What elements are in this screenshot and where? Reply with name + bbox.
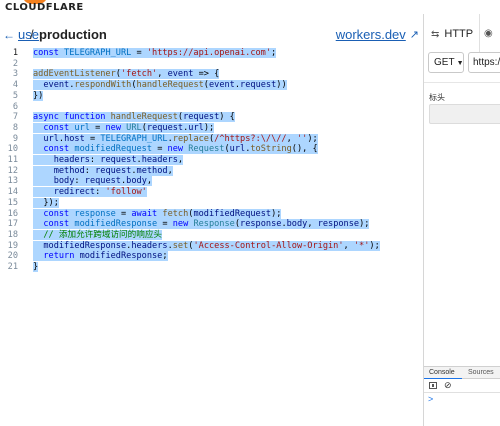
code-line: 1 const TELEGRAPH_URL = 'https://api.open…	[0, 48, 423, 59]
code-line: 13 body: request.body,	[0, 176, 423, 187]
code-line: 14 redirect: 'follow'	[0, 187, 423, 198]
http-method-select[interactable]: GET ▼	[428, 52, 464, 73]
line-code: addEventListener('fetch', event => {	[33, 69, 220, 80]
line-number: 11	[7, 155, 18, 165]
back-link-label: use	[18, 27, 39, 42]
line-number: 5	[12, 90, 18, 101]
line-code: const TELEGRAPH_URL = 'https://api.opena…	[33, 48, 277, 58]
logo-strip: CLOUDFLARE	[0, 0, 500, 14]
arrows-swap-icon: ⇆	[431, 28, 440, 40]
line-code: const response = await fetch(modifiedReq…	[33, 208, 282, 220]
line-number: 1	[12, 48, 18, 58]
line-code: // 添加允许跨域访问的响应头	[33, 229, 163, 241]
line-code: });	[33, 197, 59, 208]
line-number: 10	[7, 144, 18, 155]
line-number: 6	[12, 101, 18, 112]
code-line: 8 const url = new URL(request.url);	[0, 122, 423, 134]
line-number: 7	[12, 112, 18, 123]
headers-label: 标头	[429, 93, 445, 102]
code-line: 10 const modifiedRequest = new Request(u…	[0, 144, 423, 155]
tab-console[interactable]: Console	[429, 369, 455, 376]
code-line: 18 // 添加允许跨域访问的响应头	[0, 229, 423, 241]
line-code: headers: request.headers,	[33, 155, 184, 166]
line-number: 14	[7, 187, 18, 198]
code-line: 20 return modifiedResponse;	[0, 251, 423, 262]
clear-console-icon[interactable]: ⊘	[444, 380, 452, 391]
line-number: 18	[7, 229, 18, 240]
line-code: body: request.body,	[33, 176, 153, 187]
code-line: 7 async function handleRequest(request) {	[0, 112, 423, 123]
line-number: 20	[7, 251, 18, 262]
code-line: 2	[0, 59, 423, 70]
line-number: 13	[7, 176, 18, 187]
tab-http-label: HTTP	[444, 28, 474, 40]
line-number: 4	[12, 80, 18, 91]
line-code: async function handleRequest(request) {	[33, 112, 235, 123]
line-code: const modifiedRequest = new Request(url.…	[33, 144, 318, 155]
code-line: 19 modifiedResponse.headers.set('Access-…	[0, 240, 423, 252]
line-number: 2	[12, 58, 18, 69]
arrow-left-icon: ←	[3, 27, 15, 42]
headers-input[interactable]	[429, 104, 500, 124]
cloudflare-logo: CLOUDFLARE	[5, 2, 84, 13]
tab-sources[interactable]: Sources	[468, 369, 494, 376]
code-editor[interactable]: 1 const TELEGRAPH_URL = 'https://api.open…	[0, 45, 423, 426]
code-line: 16 const response = await fetch(modified…	[0, 208, 423, 220]
line-code: url.host = TELEGRAPH_URL.replace(/^https…	[33, 133, 318, 145]
code-line: 11 headers: request.headers,	[0, 155, 423, 166]
code-line: 17 const modifiedResponse = new Response…	[0, 219, 423, 230]
panel-tabs: ⇆ HTTP ◉	[424, 14, 500, 54]
caret-down-icon: ▼	[456, 60, 464, 67]
code-line: 12 method: request.method,	[0, 165, 423, 177]
line-code: }	[33, 262, 39, 272]
line-number: 17	[7, 219, 18, 230]
code-line: 4 event.respondWith(handleRequest(event.…	[0, 80, 423, 91]
line-number: 12	[7, 165, 18, 176]
line-code: modifiedResponse.headers.set('Access-Con…	[33, 240, 380, 252]
line-code: const url = new URL(request.url);	[33, 122, 215, 134]
line-code: method: request.method,	[33, 165, 173, 177]
workers-dev-link-label: workers.dev	[335, 27, 406, 42]
code-line: 5})	[0, 90, 423, 102]
line-number: 8	[12, 122, 18, 133]
tab-http[interactable]: ⇆ HTTP	[424, 14, 480, 54]
breadcrumb-separator: /	[30, 27, 34, 42]
code-line: 21}	[0, 262, 423, 273]
sidebar-toggle-icon[interactable]	[429, 382, 437, 389]
divider	[424, 82, 500, 83]
line-number: 3	[12, 69, 18, 80]
line-number: 16	[7, 208, 18, 219]
line-number: 21	[7, 262, 18, 272]
code-line: 6	[0, 102, 423, 113]
devtools-panel: ⇆ HTTP ◉ GET▼ https:// 标头 Console Source…	[423, 14, 500, 426]
console-prompt[interactable]: >	[428, 394, 433, 404]
line-number: 19	[7, 240, 18, 251]
code-line: 9 url.host = TELEGRAPH_URL.replace(/^htt…	[0, 133, 423, 145]
line-code: })	[33, 90, 44, 101]
code-line: 15 });	[0, 197, 423, 209]
console-tabs: Console Sources	[424, 366, 500, 379]
line-code: event.respondWith(handleRequest(event.re…	[33, 80, 287, 91]
code-line: 3 addEventListener('fetch', event => {	[0, 69, 423, 80]
page-title: production	[39, 27, 107, 42]
workers-dev-link[interactable]: workers.dev ↗	[336, 27, 419, 42]
console-toolbar: ⊘	[424, 379, 500, 393]
url-input[interactable]: https://	[468, 52, 500, 73]
http-method-value: GET	[434, 57, 455, 68]
line-code: const modifiedResponse = new Response(re…	[33, 219, 370, 230]
line-number: 15	[7, 197, 18, 208]
line-code: return modifiedResponse;	[33, 251, 168, 262]
external-link-icon: ↗	[409, 29, 419, 41]
line-number: 9	[12, 133, 18, 144]
eye-icon[interactable]: ◉	[484, 28, 493, 39]
line-code: redirect: 'follow'	[33, 187, 147, 198]
